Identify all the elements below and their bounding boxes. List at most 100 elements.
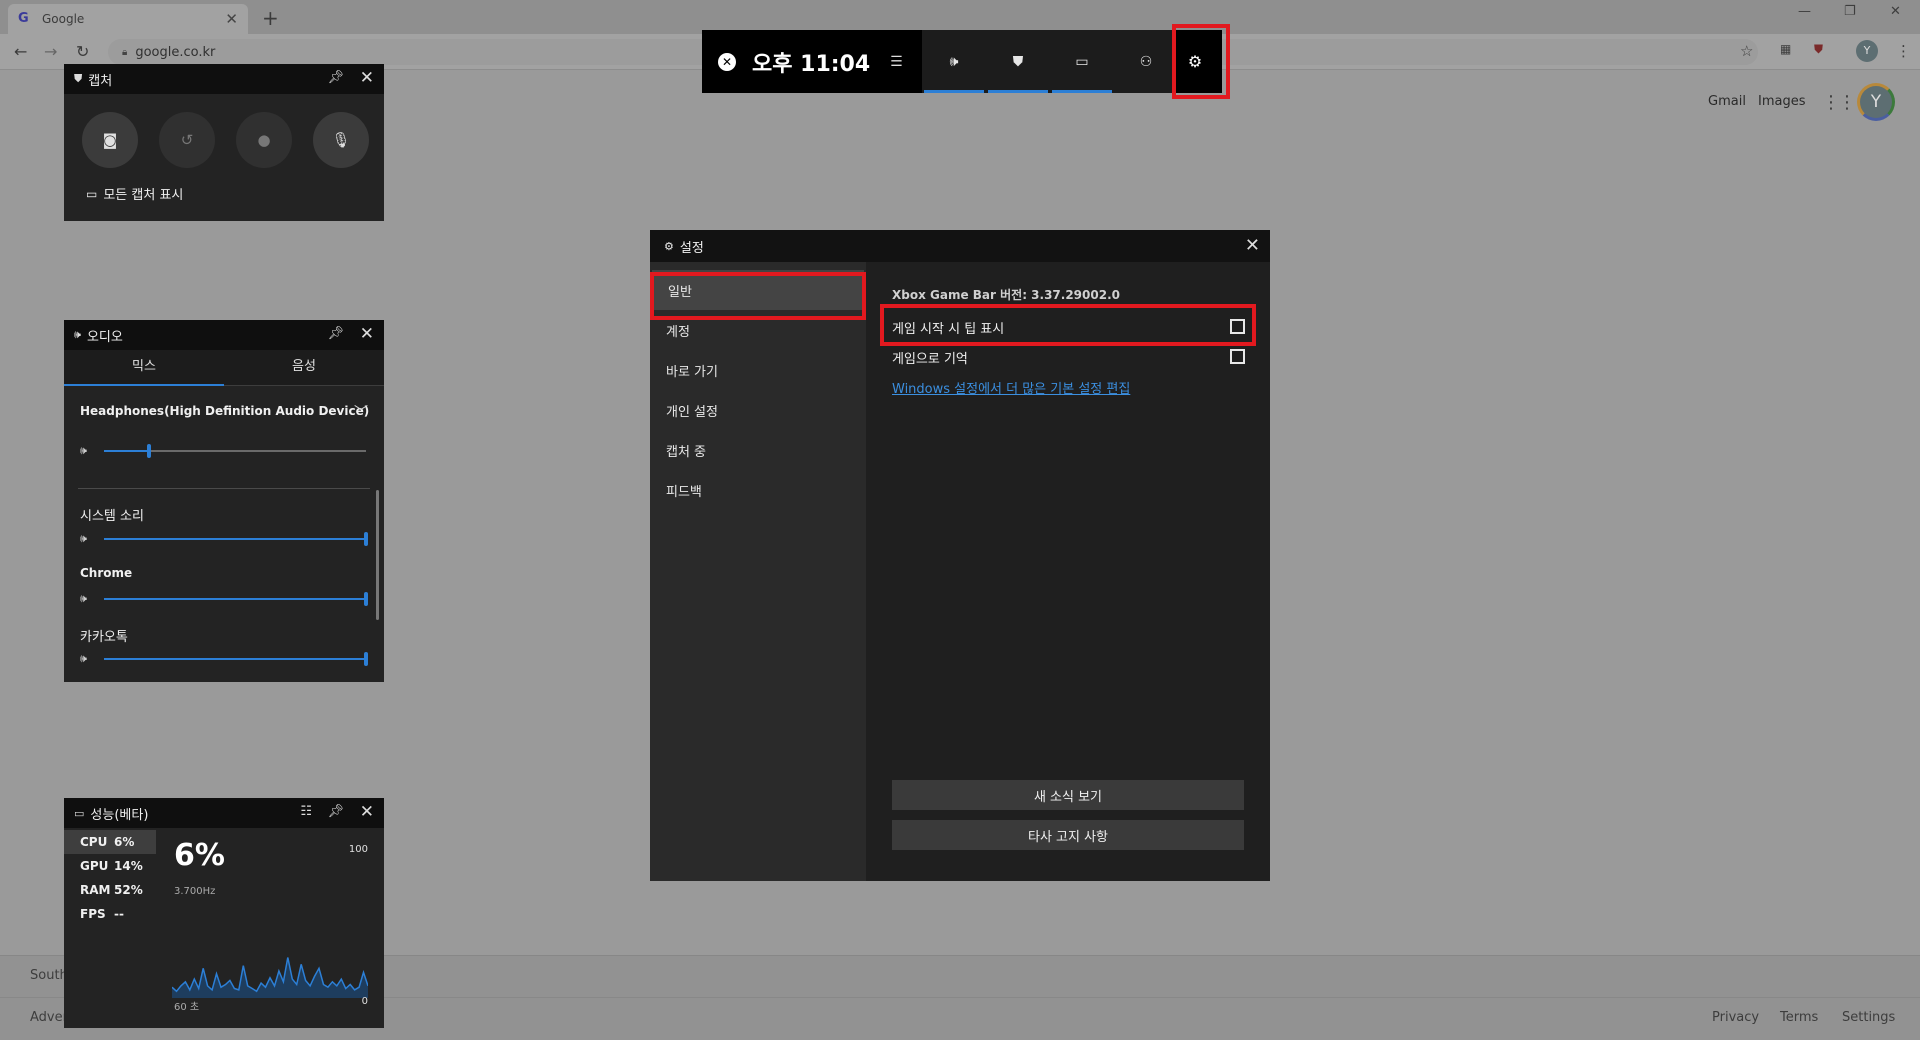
footer-terms-link[interactable]: Terms (1780, 1010, 1818, 1025)
metric-cpu[interactable]: CPU 6% (64, 830, 156, 854)
output-device-select[interactable]: Headphones(High Definition Audio Device) (80, 404, 369, 418)
graph-max-label: 100 (348, 844, 368, 855)
restore-icon[interactable]: ❐ (1844, 4, 1856, 19)
forward-icon[interactable]: → (44, 42, 57, 61)
metric-gpu[interactable]: GPU 14% (64, 854, 156, 878)
performance-icon: ▭ (1075, 53, 1089, 70)
widget-menu-icon[interactable]: ☰ (890, 54, 903, 70)
slider-fill (104, 658, 366, 660)
option-show-tips-label: 게임 시작 시 팁 표시 (892, 322, 1005, 337)
extension-icon[interactable]: ▦ (1780, 42, 1791, 56)
extension-shield-icon[interactable]: ⛊ (1814, 42, 1823, 57)
footer-country: South (30, 968, 68, 983)
minimize-icon[interactable]: — (1798, 4, 1811, 19)
slider-fill (104, 598, 366, 600)
record-last-button[interactable]: ↺ (159, 112, 215, 168)
show-tips-checkbox[interactable] (1230, 319, 1245, 334)
images-link[interactable]: Images (1758, 94, 1806, 109)
settings-nav: 일반 계정 바로 가기 개인 설정 캡처 중 피드백 (650, 262, 866, 881)
game-bar-clock: 오후 11:04 (752, 51, 871, 77)
slider-thumb[interactable] (364, 592, 368, 606)
window-close-icon[interactable]: ✕ (1890, 4, 1901, 19)
windows-settings-link[interactable]: Windows 설정에서 더 많은 기본 설정 편집 (892, 378, 1130, 397)
chevron-down-icon[interactable]: ﹀ (354, 402, 368, 422)
settings-dialog: ⚙ 설정 ✕ 일반 계정 바로 가기 개인 설정 캡처 중 피드백 Xbox G… (650, 230, 1270, 881)
browser-tab[interactable]: G Google ✕ (8, 4, 248, 34)
nav-personalization[interactable]: 개인 설정 (650, 390, 866, 430)
footer-privacy-link[interactable]: Privacy (1712, 1010, 1759, 1025)
capture-widget-titlebar: ⛊ 캡처 📌︎ ✕ (64, 64, 384, 94)
cpu-usage-value: 6% (174, 838, 225, 873)
google-favicon-icon: G (18, 11, 29, 26)
slider-thumb[interactable] (364, 532, 368, 546)
show-all-captures-link[interactable]: ▭ 모든 캡처 표시 (86, 184, 183, 204)
bookmark-star-icon[interactable]: ☆ (1740, 42, 1753, 60)
graph-time-label: 60 초 (174, 1002, 200, 1013)
game-bar-settings-button[interactable]: ⚙ (1172, 30, 1218, 93)
graph-min-label: 0 (361, 996, 368, 1007)
slider-thumb[interactable] (364, 652, 368, 666)
nav-general[interactable]: 일반 (652, 270, 864, 310)
performance-widget-titlebar: ▭ 성능(베타) ☷ 📌︎ ✕ (64, 798, 384, 828)
tab-close-icon[interactable]: ✕ (225, 10, 238, 28)
audio-widget-titlebar: 🕪︎ 오디오 📌︎ ✕ (64, 320, 384, 350)
camera-icon: ◙ (102, 131, 118, 149)
performance-widget-button[interactable]: ▭ (1050, 30, 1114, 93)
audio-tabs: 믹스 음성 (64, 350, 384, 386)
footer-advertising-link[interactable]: Adver (30, 1010, 68, 1025)
slider-thumb[interactable] (147, 444, 151, 458)
metric-fps[interactable]: FPS -- (64, 902, 156, 926)
mic-toggle-button[interactable]: 🎙︎ (313, 112, 369, 168)
game-bar-home: ✕ 오후 11:04 ☰ (702, 30, 922, 93)
gallery-icon: ▭ (86, 186, 98, 201)
close-icon[interactable]: ✕ (1245, 235, 1260, 256)
lock-icon: 🔒︎ (122, 46, 128, 58)
close-icon[interactable]: ✕ (360, 68, 374, 88)
speaker-icon[interactable]: 🕪︎ (80, 444, 87, 458)
pin-icon[interactable]: 📌︎ (327, 804, 344, 819)
tab-mix[interactable]: 믹스 (64, 350, 224, 386)
app-label-kakaotalk: 카카오톡 (80, 630, 128, 645)
capture-widget-title: 캡처 (88, 73, 113, 89)
gmail-link[interactable]: Gmail (1708, 94, 1746, 109)
audio-widget-button[interactable]: 🕪︎ (922, 30, 986, 93)
cpu-usage-graph (172, 957, 368, 998)
browser-menu-icon[interactable]: ⋮ (1896, 42, 1911, 60)
browser-profile-avatar[interactable]: Y (1856, 40, 1878, 62)
third-party-notices-button[interactable]: 타사 고지 사항 (892, 820, 1244, 850)
speaker-icon[interactable]: 🕪︎ (80, 532, 87, 546)
nav-capturing[interactable]: 캡처 중 (650, 430, 866, 470)
close-icon[interactable]: ✕ (360, 324, 374, 344)
xbox-social-widget-button[interactable]: ⚇ (1114, 30, 1178, 93)
performance-widget: ▭ 성능(베타) ☷ 📌︎ ✕ CPU 6% GPU 14% RAM 52% FPS -… (64, 798, 384, 1028)
new-tab-icon[interactable]: + (262, 6, 279, 30)
whats-new-button[interactable]: 새 소식 보기 (892, 780, 1244, 810)
footer-settings-link[interactable]: Settings (1842, 1010, 1895, 1025)
tab-voice[interactable]: 음성 (224, 350, 384, 385)
speaker-icon[interactable]: 🕪︎ (80, 652, 87, 666)
remember-game-checkbox[interactable] (1230, 349, 1245, 364)
option-remember-game-label: 게임으로 기억 (892, 352, 968, 367)
metric-ram[interactable]: RAM 52% (64, 878, 156, 902)
nav-feedback[interactable]: 피드백 (650, 470, 866, 510)
record-button[interactable]: ● (236, 112, 292, 168)
back-icon[interactable]: ← (14, 42, 27, 61)
screenshot-button[interactable]: ◙ (82, 112, 138, 168)
scrollbar[interactable] (376, 490, 379, 620)
xbox-logo-icon[interactable]: ✕ (718, 52, 736, 71)
pin-icon[interactable]: 📌︎ (327, 70, 344, 85)
close-icon[interactable]: ✕ (360, 802, 374, 822)
gear-icon: ⚙ (1187, 52, 1203, 71)
reload-icon[interactable]: ↻ (76, 42, 89, 61)
pin-icon[interactable]: 📌︎ (327, 326, 344, 341)
speaker-icon: 🕪︎ (74, 328, 81, 341)
version-text: Xbox Game Bar 버전: 3.37.29002.0 (892, 288, 1120, 302)
google-account-avatar[interactable]: Y (1857, 83, 1895, 121)
capture-widget-button[interactable]: ⛊ (986, 30, 1050, 93)
nav-shortcuts[interactable]: 바로 가기 (650, 350, 866, 390)
nav-account[interactable]: 계정 (650, 310, 866, 350)
options-sliders-icon[interactable]: ☷ (300, 804, 312, 819)
speaker-icon[interactable]: 🕪︎ (80, 592, 87, 606)
record-last-icon: ↺ (180, 131, 194, 149)
gear-icon: ⚙ (664, 239, 674, 253)
